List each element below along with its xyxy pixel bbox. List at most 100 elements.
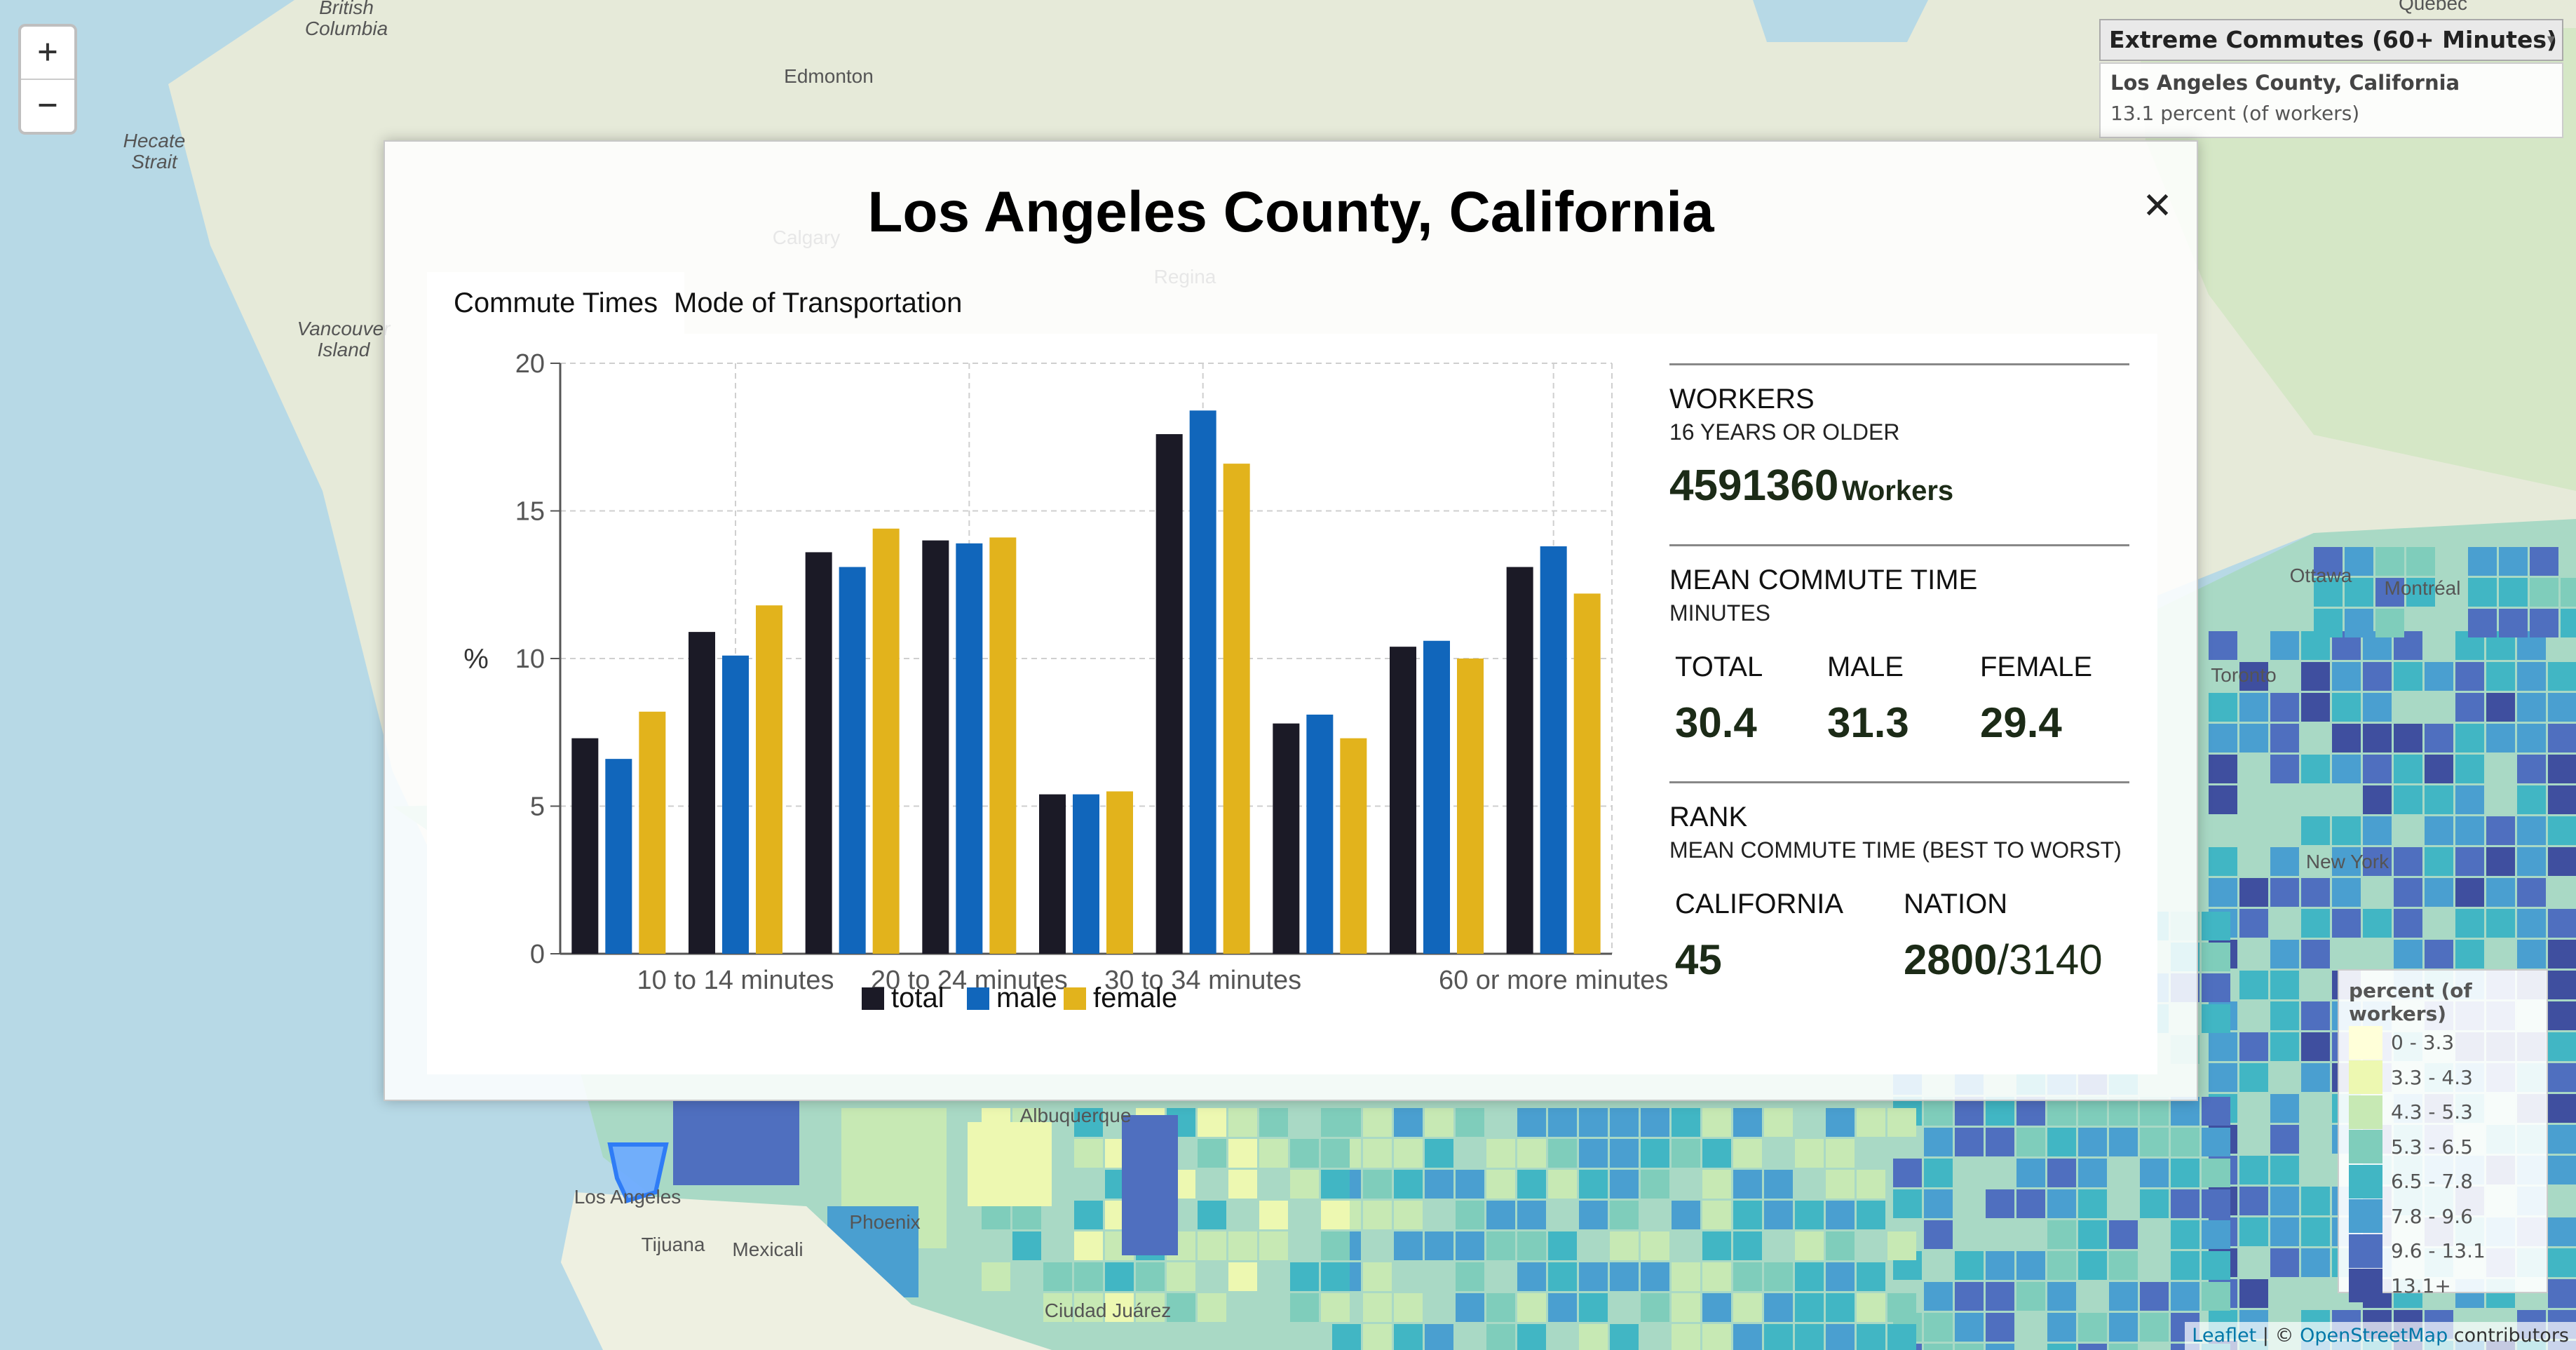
bar-female[interactable] <box>1457 659 1484 954</box>
close-icon[interactable]: ✕ <box>2129 178 2185 234</box>
bar-female[interactable] <box>756 605 782 954</box>
county-tile <box>1517 1262 1546 1291</box>
county-tile <box>2314 609 2343 637</box>
bar-male[interactable] <box>839 567 866 954</box>
bar-total[interactable] <box>689 632 715 954</box>
county-tile <box>1517 1170 1546 1199</box>
mean-sub: MINUTES <box>1669 600 1770 626</box>
county-tile <box>2455 816 2484 845</box>
county-tile <box>1857 1201 1885 1229</box>
legend-swatch <box>1064 987 1086 1010</box>
county-tile <box>1733 1324 1762 1350</box>
county-tile <box>2517 847 2546 876</box>
county-tile <box>2548 940 2576 968</box>
bar-total[interactable] <box>922 540 949 954</box>
county-tile <box>1702 1170 1731 1199</box>
bar-male[interactable] <box>722 655 749 954</box>
county-tile <box>2394 878 2422 907</box>
bar-female[interactable] <box>1573 593 1601 954</box>
tab-mode-of-transportation[interactable]: Mode of Transportation <box>647 272 989 334</box>
mean-male-label: MALE <box>1827 652 1904 682</box>
bar-female[interactable] <box>639 711 666 954</box>
bar-total[interactable] <box>1273 723 1300 954</box>
county-tile <box>2561 609 2576 637</box>
leaflet-link[interactable]: Leaflet <box>2192 1325 2256 1346</box>
place-label: Tijuana <box>642 1234 705 1255</box>
county-tile <box>1764 1108 1793 1137</box>
county-tile <box>2548 724 2576 752</box>
bar-male[interactable] <box>1423 640 1450 954</box>
mean-section: MEAN COMMUTE TIME MINUTES TOTAL 30.4 MAL… <box>1669 544 2129 778</box>
bar-female[interactable] <box>872 528 900 954</box>
county-tile <box>2332 755 2361 783</box>
legend-label: 5.3 - 6.5 <box>2391 1135 2473 1159</box>
bar-male[interactable] <box>1306 714 1334 954</box>
county-tile <box>1733 1170 1762 1199</box>
county-tile <box>2016 1159 2045 1187</box>
legend-swatch <box>862 987 884 1010</box>
bar-total[interactable] <box>1155 434 1183 954</box>
county-tile <box>2140 1189 2169 1218</box>
bar-total[interactable] <box>1506 567 1533 954</box>
bar-male[interactable] <box>605 759 632 954</box>
county-tile <box>1702 1139 1731 1168</box>
workers-sub: 16 YEARS OR OLDER <box>1669 419 1900 445</box>
bar-total[interactable] <box>1039 794 1066 954</box>
county-tile <box>2517 940 2546 968</box>
zoom-in-button[interactable]: + <box>21 27 74 80</box>
county-tile <box>2239 1156 2268 1184</box>
county-tile <box>1733 1231 1762 1260</box>
bar-total[interactable] <box>571 738 599 954</box>
chart-legend-item[interactable]: female <box>1064 983 1177 1013</box>
county-tile <box>1702 1293 1731 1322</box>
commute-chart: 05101520%10 to 14 minutes 20 to 24 minute… <box>463 349 1668 1013</box>
county-tile <box>1228 1231 1257 1260</box>
layer-select[interactable]: Extreme Commutes (60+ Minutes) ▾ <box>2099 19 2563 61</box>
county-tile <box>1610 1201 1639 1229</box>
bar-male[interactable] <box>956 543 983 954</box>
bar-total[interactable] <box>805 552 832 954</box>
workers-value: 4591360 <box>1669 461 1839 510</box>
bar-female[interactable] <box>1340 738 1367 954</box>
legend-swatch <box>2349 1025 2382 1060</box>
county-tile <box>2425 724 2453 752</box>
county-tile <box>1228 1262 1257 1291</box>
county-tile <box>1887 1108 1916 1137</box>
county-tile <box>2363 662 2392 691</box>
bar-total[interactable] <box>1390 647 1416 954</box>
zoom-out-button[interactable]: − <box>21 80 74 132</box>
county-tile <box>968 1122 1052 1206</box>
county-tile <box>1321 1170 1350 1199</box>
county-tile <box>1074 1231 1103 1260</box>
osm-link[interactable]: OpenStreetMap <box>2300 1325 2448 1346</box>
county-tile <box>1228 1170 1257 1199</box>
county-tile <box>2332 816 2361 845</box>
county-tile <box>2202 1251 2230 1280</box>
bar-female[interactable] <box>989 537 1017 954</box>
bar-male[interactable] <box>1073 794 1099 954</box>
county-tile <box>2270 1094 2299 1123</box>
bar-male[interactable] <box>1189 410 1216 954</box>
bar-male[interactable] <box>1540 546 1567 954</box>
county-tile <box>2301 909 2330 938</box>
bar-female[interactable] <box>1223 464 1250 954</box>
legend-item: 4.3 - 5.3 <box>2349 1095 2537 1130</box>
county-tile <box>2016 1097 2045 1126</box>
county-tile <box>2078 1159 2107 1187</box>
county-tile <box>2455 693 2484 722</box>
county-tile <box>1579 1201 1608 1229</box>
county-tile <box>1826 1139 1855 1168</box>
place-label: Edmonton <box>784 65 874 87</box>
county-tile <box>1074 1201 1103 1229</box>
tab-commute-times[interactable]: Commute Times <box>427 272 685 334</box>
county-tile <box>2517 755 2546 783</box>
rank-section: RANK MEAN COMMUTE TIME (BEST TO WORST) C… <box>1669 781 2129 1015</box>
county-tile <box>2455 785 2484 814</box>
county-tile <box>2140 1097 2169 1126</box>
county-tile <box>2171 1220 2199 1249</box>
county-tile <box>2140 1313 2169 1342</box>
county-tile <box>1579 1262 1608 1291</box>
county-tile <box>2499 609 2528 637</box>
county-tile <box>1136 1262 1165 1291</box>
bar-female[interactable] <box>1106 791 1133 954</box>
